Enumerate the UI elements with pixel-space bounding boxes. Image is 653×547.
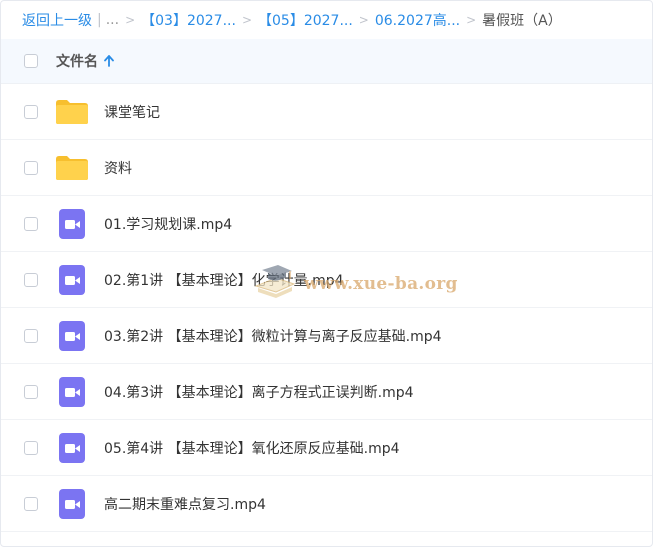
file-name[interactable]: 01.学习规划课.mp4: [104, 214, 232, 234]
file-name[interactable]: 高二期末重难点复习.mp4: [104, 494, 266, 514]
row-checkbox[interactable]: [24, 104, 38, 119]
file-browser: 返回上一级 | ... > 【03】2027... > 【05】2027... …: [0, 0, 653, 547]
table-row[interactable]: 01.学习规划课.mp4: [1, 196, 652, 252]
arrow-up-icon[interactable]: [104, 55, 114, 67]
breadcrumb-ellipsis[interactable]: ...: [106, 12, 119, 28]
breadcrumb-item-1[interactable]: 【03】2027...: [141, 10, 236, 30]
select-all-checkbox[interactable]: [24, 54, 38, 68]
video-icon: [55, 264, 89, 295]
table-row[interactable]: 课堂笔记: [1, 84, 652, 140]
row-checkbox[interactable]: [24, 272, 38, 287]
folder-icon: [55, 153, 89, 183]
table-row[interactable]: 02.第1讲 【基本理论】化学计量.mp4: [1, 252, 652, 308]
table-row[interactable]: 05.第4讲 【基本理论】氧化还原反应基础.mp4: [1, 420, 652, 476]
chevron-right-icon: >: [466, 13, 477, 27]
video-icon: [55, 320, 89, 351]
file-name[interactable]: 04.第3讲 【基本理论】离子方程式正误判断.mp4: [104, 382, 414, 402]
video-icon: [55, 488, 89, 519]
filename-column-header[interactable]: 文件名: [56, 51, 114, 71]
table-row[interactable]: 高二期末重难点复习.mp4: [1, 476, 652, 532]
table-row[interactable]: 资料: [1, 140, 652, 196]
breadcrumb-item-3[interactable]: 06.2027高...: [375, 10, 460, 30]
video-icon: [55, 432, 89, 463]
row-checkbox[interactable]: [24, 440, 38, 455]
breadcrumb-item-2[interactable]: 【05】2027...: [258, 10, 353, 30]
row-checkbox[interactable]: [24, 216, 38, 231]
video-icon: [55, 376, 89, 407]
file-name[interactable]: 课堂笔记: [104, 102, 160, 122]
file-name[interactable]: 05.第4讲 【基本理论】氧化还原反应基础.mp4: [104, 438, 400, 458]
folder-icon: [55, 97, 89, 127]
table-row[interactable]: 03.第2讲 【基本理论】微粒计算与离子反应基础.mp4: [1, 308, 652, 364]
breadcrumb-current: 暑假班（A）: [482, 13, 562, 29]
row-checkbox[interactable]: [24, 328, 38, 343]
row-checkbox[interactable]: [24, 160, 38, 175]
chevron-right-icon: >: [125, 13, 136, 27]
table-header: 文件名: [1, 39, 652, 84]
file-list: 课堂笔记资料 01.学习规划课.mp4 02.第1讲 【基本理论】化学计量.mp4 0…: [1, 84, 652, 532]
breadcrumb-divider: |: [97, 12, 102, 28]
file-name[interactable]: 02.第1讲 【基本理论】化学计量.mp4: [104, 270, 344, 290]
breadcrumb: 返回上一级 | ... > 【03】2027... > 【05】2027... …: [1, 1, 652, 39]
chevron-right-icon: >: [358, 13, 369, 27]
table-row[interactable]: 04.第3讲 【基本理论】离子方程式正误判断.mp4: [1, 364, 652, 420]
filename-header-label: 文件名: [56, 54, 98, 70]
back-link[interactable]: 返回上一级: [22, 10, 92, 30]
video-icon: [55, 208, 89, 239]
chevron-right-icon: >: [241, 13, 252, 27]
file-name[interactable]: 资料: [104, 158, 132, 178]
row-checkbox[interactable]: [24, 496, 38, 511]
row-checkbox[interactable]: [24, 384, 38, 399]
file-name[interactable]: 03.第2讲 【基本理论】微粒计算与离子反应基础.mp4: [104, 326, 442, 346]
